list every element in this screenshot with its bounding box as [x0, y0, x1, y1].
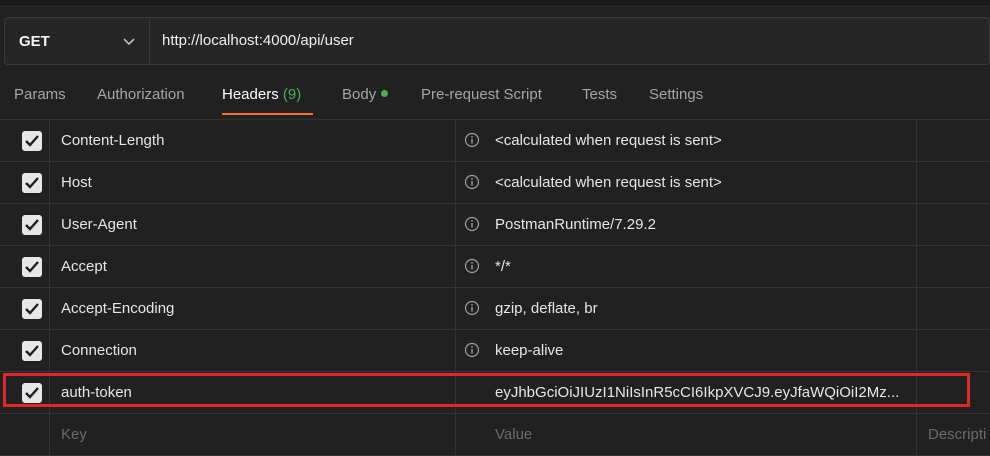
description-placeholder[interactable]: Descripti — [928, 426, 986, 443]
checkmark-icon — [25, 135, 39, 147]
row-checkbox[interactable] — [22, 383, 42, 403]
header-key[interactable]: User-Agent — [61, 216, 137, 233]
info-icon[interactable] — [464, 216, 480, 232]
table-row: Accept-Encoding gzip, deflate, br — [0, 288, 990, 330]
request-tabs: Params Authorization Headers (9) Body Pr… — [0, 78, 990, 118]
top-strip — [0, 0, 990, 7]
table-row: Content-Length <calculated when request … — [0, 120, 990, 162]
header-value[interactable]: eyJhbGciOiJIUzI1NiIsInR5cCI6IkpXVCJ9.eyJ… — [495, 384, 915, 401]
row-checkbox[interactable] — [22, 173, 42, 193]
table-row: User-Agent PostmanRuntime/7.29.2 — [0, 204, 990, 246]
header-key[interactable]: auth-token — [61, 384, 132, 401]
new-header-row: Key Value Descripti — [0, 414, 990, 456]
tab-headers[interactable]: Headers (9) — [222, 86, 301, 103]
row-checkbox[interactable] — [22, 131, 42, 151]
tab-authorization[interactable]: Authorization — [97, 86, 185, 103]
header-key[interactable]: Host — [61, 174, 92, 191]
header-key[interactable]: Accept-Encoding — [61, 300, 174, 317]
tab-pre-request-script[interactable]: Pre-request Script — [421, 86, 542, 103]
method-label: GET — [19, 32, 50, 50]
row-checkbox[interactable] — [22, 299, 42, 319]
header-value[interactable]: keep-alive — [495, 342, 915, 359]
header-value[interactable]: PostmanRuntime/7.29.2 — [495, 216, 915, 233]
header-value[interactable]: */* — [495, 258, 915, 275]
tab-settings[interactable]: Settings — [649, 86, 703, 103]
tab-body[interactable]: Body — [342, 86, 389, 103]
info-icon[interactable] — [464, 342, 480, 358]
info-icon[interactable] — [464, 132, 480, 148]
checkmark-icon — [25, 219, 39, 231]
table-row: auth-token eyJhbGciOiJIUzI1NiIsInR5cCI6I… — [0, 372, 990, 414]
row-checkbox[interactable] — [22, 257, 42, 277]
checkmark-icon — [25, 345, 39, 357]
table-row: Host <calculated when request is sent> — [0, 162, 990, 204]
table-row: Connection keep-alive — [0, 330, 990, 372]
table-row: Accept */* — [0, 246, 990, 288]
headers-table: Content-Length <calculated when request … — [0, 119, 990, 456]
header-value[interactable]: <calculated when request is sent> — [495, 174, 915, 191]
checkmark-icon — [25, 387, 39, 399]
header-key[interactable]: Connection — [61, 342, 137, 359]
header-value[interactable]: gzip, deflate, br — [495, 300, 915, 317]
info-icon[interactable] — [464, 300, 480, 316]
tab-params[interactable]: Params — [14, 86, 66, 103]
request-bar: GET http://localhost:4000/api/user — [4, 17, 990, 65]
checkmark-icon — [25, 261, 39, 273]
url-input[interactable]: http://localhost:4000/api/user — [162, 18, 982, 64]
row-checkbox[interactable] — [22, 215, 42, 235]
method-dropdown[interactable]: GET — [5, 18, 150, 64]
header-value[interactable]: <calculated when request is sent> — [495, 132, 915, 149]
chevron-down-icon — [123, 38, 135, 46]
value-placeholder[interactable]: Value — [495, 426, 915, 443]
header-key[interactable]: Accept — [61, 258, 107, 275]
tab-tests[interactable]: Tests — [582, 86, 617, 103]
checkmark-icon — [25, 303, 39, 315]
key-placeholder[interactable]: Key — [61, 426, 87, 443]
checkmark-icon — [25, 177, 39, 189]
headers-count: (9) — [282, 86, 302, 103]
info-icon[interactable] — [464, 174, 480, 190]
active-tab-underline — [222, 113, 313, 115]
header-key[interactable]: Content-Length — [61, 132, 164, 149]
row-checkbox[interactable] — [22, 341, 42, 361]
info-icon[interactable] — [464, 258, 480, 274]
body-indicator-dot — [381, 90, 389, 97]
